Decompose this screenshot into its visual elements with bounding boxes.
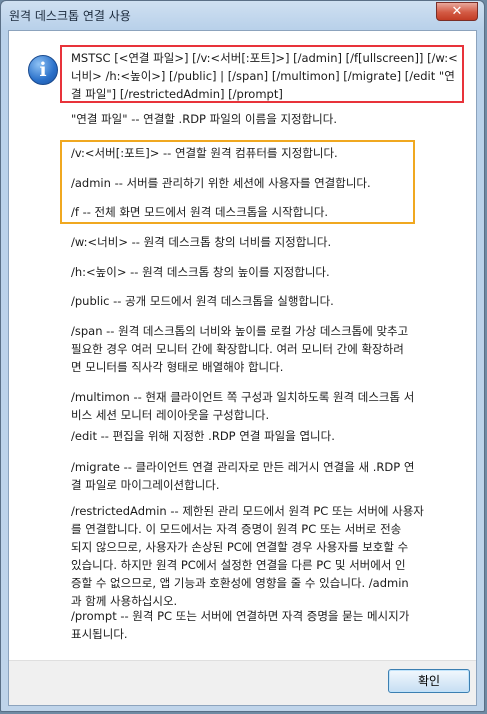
- multimon-option-description: /multimon -- 현재 클라이언트 쪽 구성과 일치하도록 원격 데스크…: [71, 390, 415, 422]
- admin-option-description: /admin -- 서버를 관리하기 위한 세션에 사용자를 연결합니다.: [71, 176, 371, 190]
- migrate-option-description: /migrate -- 클라이언트 연결 관리자로 만든 레거시 연결을 새 .…: [71, 460, 415, 492]
- connection-file-description: "연결 파일" -- 연결할 .RDP 파일의 이름을 지정합니다.: [71, 112, 337, 126]
- span-option-description: /span -- 원격 데스크톱의 너비와 높이를 로컬 가상 데스크톱에 맞추…: [71, 324, 409, 374]
- restricted-admin-option-description: /restrictedAdmin -- 제한된 관리 모드에서 원격 PC 또는…: [71, 504, 424, 608]
- help-content: i MSTSC [<연결 파일>] [/v:<서버[:포트]>] [/admin…: [9, 31, 476, 662]
- info-icon: i: [28, 55, 58, 85]
- h-option-description: /h:<높이> -- 원격 데스크톱 창의 높이를 지정합니다.: [71, 265, 330, 279]
- prompt-option-description: /prompt -- 원격 PC 또는 서버에 연결하면 자격 증명을 묻는 메…: [71, 609, 410, 641]
- edit-option-description: /edit -- 편집을 위해 지정한 .RDP 연결 파일을 엽니다.: [71, 429, 335, 443]
- f-option-description: /f -- 전체 화면 모드에서 원격 데스크톱을 시작합니다.: [71, 205, 329, 219]
- dialog-window: 원격 데스크톱 연결 사용 ✕ i MSTSC [<연결 파일>] [/v:<서…: [0, 0, 485, 712]
- usage-syntax: MSTSC [<연결 파일>] [/v:<서버[:포트]>] [/admin] …: [71, 51, 458, 101]
- dialog-footer: 확인: [9, 660, 476, 705]
- ok-button[interactable]: 확인: [388, 669, 470, 693]
- title-bar[interactable]: 원격 데스크톱 연결 사용 ✕: [1, 1, 484, 29]
- close-button[interactable]: ✕: [436, 2, 478, 21]
- v-option-description: /v:<서버[:포트]> -- 연결할 원격 컴퓨터를 지정합니다.: [71, 146, 338, 160]
- close-icon: ✕: [451, 4, 463, 19]
- dialog-client-area: i MSTSC [<연결 파일>] [/v:<서버[:포트]>] [/admin…: [8, 30, 477, 706]
- w-option-description: /w:<너비> -- 원격 데스크톱 창의 너비를 지정합니다.: [71, 235, 332, 249]
- public-option-description: /public -- 공개 모드에서 원격 데스크톱을 실행합니다.: [71, 294, 334, 308]
- window-title: 원격 데스크톱 연결 사용: [9, 9, 131, 23]
